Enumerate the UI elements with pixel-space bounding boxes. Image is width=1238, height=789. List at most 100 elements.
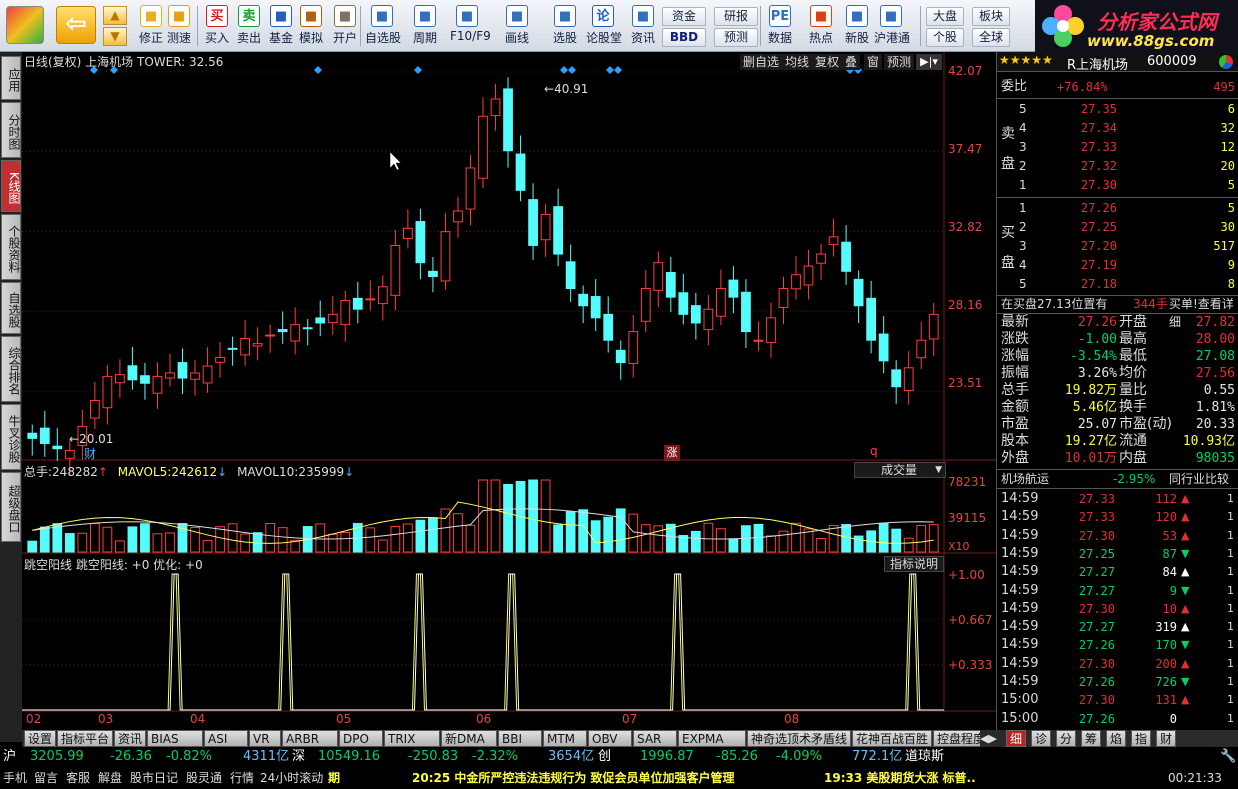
toolbar-buy-button[interactable]: 买买入: [200, 3, 234, 49]
toolbar-fund-button[interactable]: ■ 基金: [264, 3, 298, 49]
side-tab-5[interactable]: 综合排名: [1, 336, 21, 402]
status-item[interactable]: 留言: [34, 768, 58, 788]
scroll-arrows-icon[interactable]: ▲ ▼: [103, 6, 127, 46]
indicator-tab[interactable]: ARBR: [282, 730, 338, 747]
forecast-button[interactable]: 预测: [714, 28, 758, 47]
indicator-tab[interactable]: VR: [249, 730, 281, 747]
stock-button[interactable]: 个股: [926, 28, 964, 47]
status-item[interactable]: 行情: [230, 768, 254, 788]
sector-button[interactable]: 板块: [972, 7, 1010, 26]
indicator-tab[interactable]: 神奇选顶术矛盾线: [747, 730, 851, 747]
right-panel-tab[interactable]: 诊: [1031, 730, 1052, 747]
indicator-tab[interactable]: DPO: [339, 730, 383, 747]
toolbar-f10-button[interactable]: ■ F10/F9: [450, 3, 491, 49]
status-item[interactable]: 24小时滚动: [260, 768, 323, 788]
dow-jones-label[interactable]: 道琼斯: [905, 747, 944, 767]
kline-control-button[interactable]: 均线: [782, 54, 813, 70]
bbd-button[interactable]: BBD: [662, 28, 706, 47]
toolbar-pe-button[interactable]: PE 数据: [763, 3, 797, 49]
sell-level-row[interactable]: 4 27.34 32: [997, 119, 1238, 137]
toolbar-news-button[interactable]: ■ 资讯: [626, 3, 660, 49]
status-item[interactable]: 期: [328, 768, 340, 788]
kline-control-button[interactable]: 叠: [842, 54, 861, 70]
app-logo-icon[interactable]: [6, 6, 44, 44]
sell-level-row[interactable]: 3 27.33 12: [997, 138, 1238, 156]
kline-control-button[interactable]: 复权: [812, 54, 843, 70]
toolbar-hot-button[interactable]: ■ 热点: [804, 3, 838, 49]
sell-level-row[interactable]: 1 27.30 5: [997, 176, 1238, 194]
toolbar-forum-button[interactable]: 论论股堂: [586, 3, 622, 49]
global-button[interactable]: 全球: [972, 28, 1010, 47]
status-item[interactable]: 客服: [66, 768, 90, 788]
research-report-button[interactable]: 研报: [714, 7, 758, 26]
toolbar-clock-button[interactable]: ■ 测速: [162, 3, 196, 49]
pie-chart-icon[interactable]: [1219, 55, 1233, 69]
toolbar-period-button[interactable]: ■ 周期: [408, 3, 442, 49]
indicator-help-button[interactable]: 指标说明: [884, 556, 944, 572]
toolbar-new-stock-button[interactable]: ■ 新股: [840, 3, 874, 49]
right-panel-tab[interactable]: 财: [1156, 730, 1177, 747]
toolbar-pencil-button[interactable]: ■ 画线: [500, 3, 534, 49]
indicator-tab[interactable]: TRIX: [384, 730, 440, 747]
collapse-right-panel-icon[interactable]: ▶|▾: [916, 54, 942, 70]
right-panel-tab[interactable]: 分: [1056, 730, 1077, 747]
sector-name[interactable]: 机场航运: [1001, 470, 1049, 488]
tick-list[interactable]: 14:59 27.33 112 ▲ 1 14:59 27.33 120 ▲ 1 14:59 27.30…: [997, 490, 1238, 730]
limit-up-marker[interactable]: 涨: [664, 445, 680, 461]
buy-level-row[interactable]: 3 27.20 517: [997, 237, 1238, 255]
right-panel-tab[interactable]: 指: [1131, 730, 1152, 747]
kline-control-button[interactable]: 预测: [884, 54, 915, 70]
toolbar-hammer-button[interactable]: ■ 模拟: [294, 3, 328, 49]
toolbar-screen-button[interactable]: ■ 选股: [548, 3, 582, 49]
indicator-tab[interactable]: OBV: [588, 730, 632, 747]
indicator-tab[interactable]: 资讯: [114, 730, 146, 747]
indicator-tab[interactable]: SAR: [633, 730, 677, 747]
side-tab-6[interactable]: 牛叉诊股: [1, 404, 21, 470]
volume-indicator-dropdown[interactable]: 成交量 ▼: [854, 462, 946, 478]
q-marker[interactable]: q: [870, 444, 878, 458]
toolbar-sse-hkex-button[interactable]: ■ 沪港通: [874, 3, 910, 49]
indicator-tab[interactable]: 新DMA: [441, 730, 497, 747]
panel-arrow-icons[interactable]: ◀▶: [980, 730, 1004, 747]
buy-level-row[interactable]: 2 27.25 30: [997, 218, 1238, 236]
settings-wrench-icon[interactable]: 🔧: [1220, 747, 1236, 767]
side-tab-4[interactable]: 自选股: [1, 282, 21, 334]
market-button[interactable]: 大盘: [926, 7, 964, 26]
buy-level-row[interactable]: 4 27.19 9: [997, 256, 1238, 274]
buy-level-row[interactable]: 1 27.26 5: [997, 199, 1238, 217]
status-item[interactable]: 解盘: [98, 768, 122, 788]
status-item[interactable]: 股灵通: [186, 768, 222, 788]
large-order-note[interactable]: 在买盘27.13位置有 344手 买单!查看详细: [997, 295, 1238, 329]
right-panel-tab[interactable]: 细: [1006, 730, 1027, 747]
indicator-tab[interactable]: 指标平台: [57, 730, 113, 747]
status-item[interactable]: 股市日记: [130, 768, 178, 788]
chart-canvas[interactable]: [22, 52, 996, 730]
sell-level-row[interactable]: 2 27.32 20: [997, 157, 1238, 175]
side-tab-0[interactable]: 应用: [1, 56, 21, 100]
status-item[interactable]: 手机: [3, 768, 27, 788]
indicator-tab[interactable]: MTM: [543, 730, 587, 747]
toolbar-star-list-button[interactable]: ■ 自选股: [365, 3, 401, 49]
finance-marker[interactable]: 财: [84, 445, 96, 462]
indicator-tab[interactable]: BIAS: [147, 730, 203, 747]
indicator-tab[interactable]: ASI: [204, 730, 248, 747]
indicator-tab[interactable]: BBI: [498, 730, 542, 747]
indicator-tab[interactable]: 设置: [24, 730, 56, 747]
news-ticker-1[interactable]: 20:25 中金所严控违法违规行为 致促会员单位加强客户管理: [412, 768, 735, 788]
toolbar-sell-button[interactable]: 卖卖出: [232, 3, 266, 49]
side-tab-1[interactable]: 分时图: [1, 102, 21, 158]
news-ticker-2[interactable]: 19:33 美股期货大涨 标普..: [824, 768, 976, 788]
side-tab-3[interactable]: 个股资料: [1, 214, 21, 280]
fund-flow-button[interactable]: 资金: [662, 7, 706, 26]
toolbar-lock-button[interactable]: ■ 开户: [328, 3, 362, 49]
indicator-tab[interactable]: 花神百战百胜: [852, 730, 932, 747]
kline-control-button[interactable]: 窗: [864, 54, 883, 70]
buy-level-row[interactable]: 5 27.18 8: [997, 275, 1238, 293]
sector-compare-button[interactable]: 同行业比较: [1169, 470, 1229, 488]
back-arrow-icon[interactable]: ⇦: [56, 6, 96, 44]
kline-control-button[interactable]: 删自选: [740, 54, 783, 70]
right-panel-tab[interactable]: 焰: [1106, 730, 1127, 747]
indicator-tab[interactable]: EXPMA: [678, 730, 746, 747]
sell-level-row[interactable]: 5 27.35 6: [997, 100, 1238, 118]
right-panel-tab[interactable]: 筹: [1081, 730, 1102, 747]
